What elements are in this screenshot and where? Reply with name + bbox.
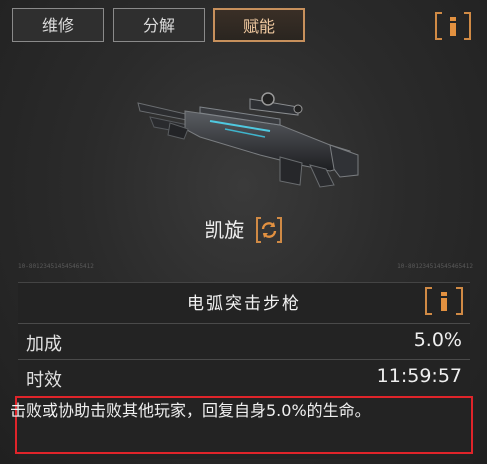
talent-description: 击败或协助击败其他玩家，回复自身5.0%的生命。 xyxy=(10,401,371,420)
divider xyxy=(18,323,470,324)
weapon-name: 凯旋 xyxy=(204,218,245,242)
serial-right: 10-801234514545465412 xyxy=(397,263,473,270)
tab-empower[interactable]: 赋能 xyxy=(213,8,305,42)
info-button[interactable] xyxy=(434,11,472,41)
info-icon xyxy=(425,287,463,315)
duration-value: 11:59:57 xyxy=(376,365,462,387)
swap-icon[interactable] xyxy=(255,216,283,244)
duration-label: 时效 xyxy=(26,370,62,391)
info-icon xyxy=(435,12,471,40)
divider xyxy=(18,359,470,360)
serial-left: 10-801234514545465412 xyxy=(18,263,94,270)
weapon-image xyxy=(137,92,359,188)
tab-disassemble[interactable]: 分解 xyxy=(113,8,205,42)
tab-repair[interactable]: 维修 xyxy=(12,8,104,42)
weapon-name-row: 凯旋 xyxy=(0,214,487,246)
bonus-value: 5.0% xyxy=(413,329,462,351)
bonus-label: 加成 xyxy=(26,334,62,355)
talent-screen: 维修 分解 赋能 凯旋 10-801234514545465412 10-801… xyxy=(0,0,487,464)
panel-info-button[interactable] xyxy=(424,286,464,316)
weapon-type-title: 电弧突击步枪 xyxy=(187,294,301,314)
